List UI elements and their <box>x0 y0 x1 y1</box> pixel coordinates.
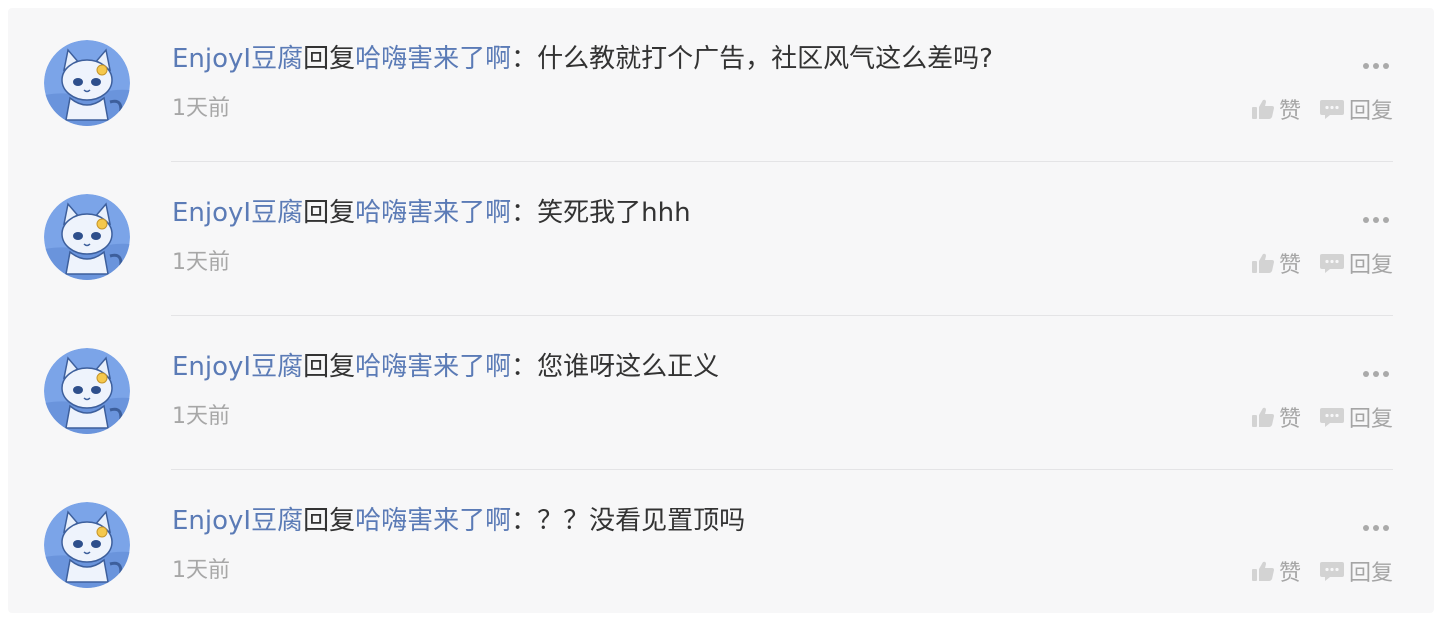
reply-word: 回复 <box>303 44 356 74</box>
reply-label: 回复 <box>1348 407 1393 432</box>
reply-to-link[interactable]: 哈嗨害来了啊 <box>355 506 511 536</box>
more-dots-icon <box>1361 54 1393 73</box>
colon: ： <box>511 198 538 228</box>
reply-to-link[interactable]: 哈嗨害来了啊 <box>355 352 511 382</box>
comment-bubble-icon <box>1319 562 1344 581</box>
thumbs-up-icon <box>1251 99 1274 119</box>
comment-bubble-icon <box>1319 408 1344 427</box>
comment-text: 什么教就打个广告，社区风气这么差吗? <box>537 44 993 74</box>
user-avatar[interactable] <box>44 40 130 126</box>
comment-line: EnjoyI豆腐回复哈嗨害来了啊：笑死我了hhh <box>172 196 691 230</box>
cat-avatar-icon <box>44 348 130 434</box>
comment-text: 您谁呀这么正义 <box>537 352 720 382</box>
thumbs-up-icon <box>1251 561 1274 581</box>
reply-button[interactable]: 回复 <box>1319 93 1393 125</box>
comment-bubble-icon <box>1319 254 1344 273</box>
comment-line: EnjoyI豆腐回复哈嗨害来了啊：您谁呀这么正义 <box>172 350 719 384</box>
comment-actions: 赞 回复 <box>1251 94 1393 124</box>
comment-time: 1天前 <box>172 96 230 121</box>
cat-avatar-icon <box>44 40 130 126</box>
comment-line: EnjoyI豆腐回复哈嗨害来了啊：什么教就打个广告，社区风气这么差吗? <box>172 42 993 76</box>
comment-actions: 赞 回复 <box>1251 402 1393 432</box>
user-avatar[interactable] <box>44 194 130 280</box>
colon: ： <box>511 44 538 74</box>
like-button[interactable]: 赞 <box>1251 401 1301 433</box>
comment-line: EnjoyI豆腐回复哈嗨害来了啊：？？没看见置顶吗 <box>172 504 745 538</box>
reply-button[interactable]: 回复 <box>1319 555 1393 587</box>
comment-item: EnjoyI豆腐回复哈嗨害来了啊：您谁呀这么正义 1天前 赞 回复 <box>8 316 1434 470</box>
comment-item: EnjoyI豆腐回复哈嗨害来了啊：什么教就打个广告，社区风气这么差吗? 1天前 … <box>8 8 1434 162</box>
comment-bubble-icon <box>1319 100 1344 119</box>
author-link[interactable]: EnjoyI豆腐 <box>172 506 303 536</box>
thumbs-up-icon <box>1251 253 1274 273</box>
colon: ： <box>511 506 538 536</box>
reply-label: 回复 <box>1348 99 1393 124</box>
comment-list: EnjoyI豆腐回复哈嗨害来了啊：什么教就打个广告，社区风气这么差吗? 1天前 … <box>8 8 1434 613</box>
reply-button[interactable]: 回复 <box>1319 247 1393 279</box>
comment-actions: 赞 回复 <box>1251 248 1393 278</box>
like-label: 赞 <box>1278 253 1301 278</box>
comment-item: EnjoyI豆腐回复哈嗨害来了啊：？？没看见置顶吗 1天前 赞 回复 <box>8 470 1434 624</box>
reply-to-link[interactable]: 哈嗨害来了啊 <box>355 198 511 228</box>
comment-text: 笑死我了hhh <box>537 198 691 228</box>
like-label: 赞 <box>1278 99 1301 124</box>
comment-actions: 赞 回复 <box>1251 556 1393 586</box>
author-link[interactable]: EnjoyI豆腐 <box>172 44 303 74</box>
more-button[interactable] <box>1361 516 1393 531</box>
colon: ： <box>511 352 538 382</box>
reply-word: 回复 <box>303 506 356 536</box>
reply-word: 回复 <box>303 352 356 382</box>
like-label: 赞 <box>1278 407 1301 432</box>
cat-avatar-icon <box>44 194 130 280</box>
more-dots-icon <box>1361 208 1393 227</box>
author-link[interactable]: EnjoyI豆腐 <box>172 198 303 228</box>
user-avatar[interactable] <box>44 348 130 434</box>
comment-time: 1天前 <box>172 558 230 583</box>
cat-avatar-icon <box>44 502 130 588</box>
more-dots-icon <box>1361 362 1393 381</box>
like-button[interactable]: 赞 <box>1251 555 1301 587</box>
more-button[interactable] <box>1361 362 1393 377</box>
comment-text: ？？没看见置顶吗 <box>537 506 746 536</box>
comment-time: 1天前 <box>172 404 230 429</box>
more-dots-icon <box>1361 516 1393 535</box>
reply-word: 回复 <box>303 198 356 228</box>
comment-item: EnjoyI豆腐回复哈嗨害来了啊：笑死我了hhh 1天前 赞 回复 <box>8 162 1434 316</box>
reply-button[interactable]: 回复 <box>1319 401 1393 433</box>
reply-label: 回复 <box>1348 253 1393 278</box>
reply-to-link[interactable]: 哈嗨害来了啊 <box>355 44 511 74</box>
more-button[interactable] <box>1361 208 1393 223</box>
comment-time: 1天前 <box>172 250 230 275</box>
reply-label: 回复 <box>1348 561 1393 586</box>
like-button[interactable]: 赞 <box>1251 247 1301 279</box>
more-button[interactable] <box>1361 54 1393 69</box>
like-label: 赞 <box>1278 561 1301 586</box>
like-button[interactable]: 赞 <box>1251 93 1301 125</box>
author-link[interactable]: EnjoyI豆腐 <box>172 352 303 382</box>
user-avatar[interactable] <box>44 502 130 588</box>
thumbs-up-icon <box>1251 407 1274 427</box>
